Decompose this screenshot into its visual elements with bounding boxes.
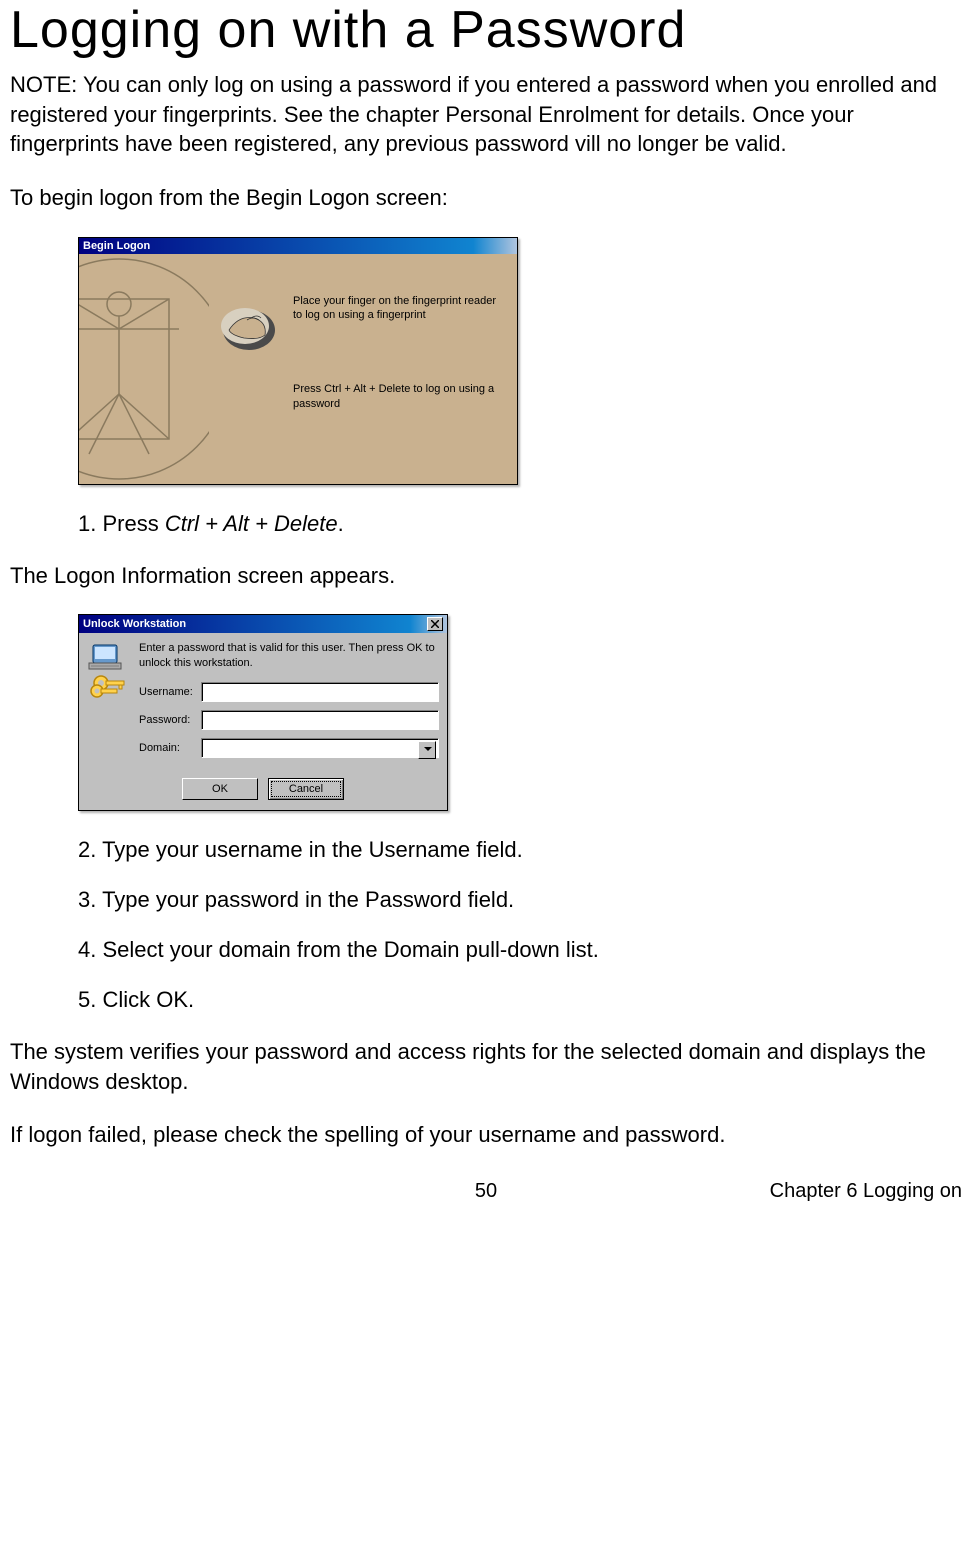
ok-button[interactable]: OK <box>182 778 258 800</box>
begin-logon-password-text: Press Ctrl + Alt + Delete to log on usin… <box>293 382 507 411</box>
vitruvian-illustration <box>79 254 209 484</box>
fingerprint-hand-icon <box>219 300 279 354</box>
step-1: 1. Press Ctrl + Alt + Delete. <box>78 511 962 537</box>
note-label: NOTE: <box>10 72 77 97</box>
note-text: You can only log on using a password if … <box>10 72 937 156</box>
step-4: 4. Select your domain from the Domain pu… <box>78 937 962 963</box>
unlock-instruction: Enter a password that is valid for this … <box>139 641 439 670</box>
begin-logon-fingerprint-text: Place your finger on the fingerprint rea… <box>293 294 507 323</box>
intro-text: To begin logon from the Begin Logon scre… <box>10 183 962 213</box>
cancel-button[interactable]: Cancel <box>268 778 344 800</box>
begin-logon-dialog: Begin Logon <box>78 237 518 485</box>
domain-select[interactable] <box>201 738 439 758</box>
logon-info-text: The Logon Information screen appears. <box>10 561 962 591</box>
step-3: 3. Type your password in the Password fi… <box>78 887 962 913</box>
page-number: 50 <box>475 1180 497 1203</box>
begin-logon-titlebar: Begin Logon <box>79 238 517 254</box>
username-field[interactable] <box>201 682 439 702</box>
fail-text: If logon failed, please check the spelli… <box>10 1120 962 1150</box>
verify-text: The system verifies your password and ac… <box>10 1037 962 1096</box>
unlock-workstation-figure: Unlock Workstation <box>78 614 962 811</box>
page-footer: 50 Chapter 6 Logging on <box>10 1180 962 1206</box>
unlock-titlebar: Unlock Workstation <box>79 615 447 633</box>
password-label: Password: <box>139 714 201 726</box>
username-label: Username: <box>139 686 201 698</box>
unlock-workstation-dialog: Unlock Workstation <box>78 614 448 811</box>
unlock-title: Unlock Workstation <box>83 618 186 630</box>
chapter-label: Chapter 6 Logging on <box>770 1180 962 1203</box>
close-button[interactable] <box>427 617 443 631</box>
note-paragraph: NOTE: You can only log on using a passwo… <box>10 70 962 159</box>
begin-logon-title: Begin Logon <box>83 240 150 252</box>
password-field[interactable] <box>201 710 439 730</box>
step-5: 5. Click OK. <box>78 987 962 1013</box>
page-title: Logging on with a Password <box>10 0 962 60</box>
chevron-down-icon <box>424 747 432 751</box>
begin-logon-figure: Begin Logon <box>78 237 962 485</box>
step-2: 2. Type your username in the Username fi… <box>78 837 962 863</box>
unlock-keys-icon <box>87 641 131 766</box>
domain-label: Domain: <box>139 742 201 754</box>
